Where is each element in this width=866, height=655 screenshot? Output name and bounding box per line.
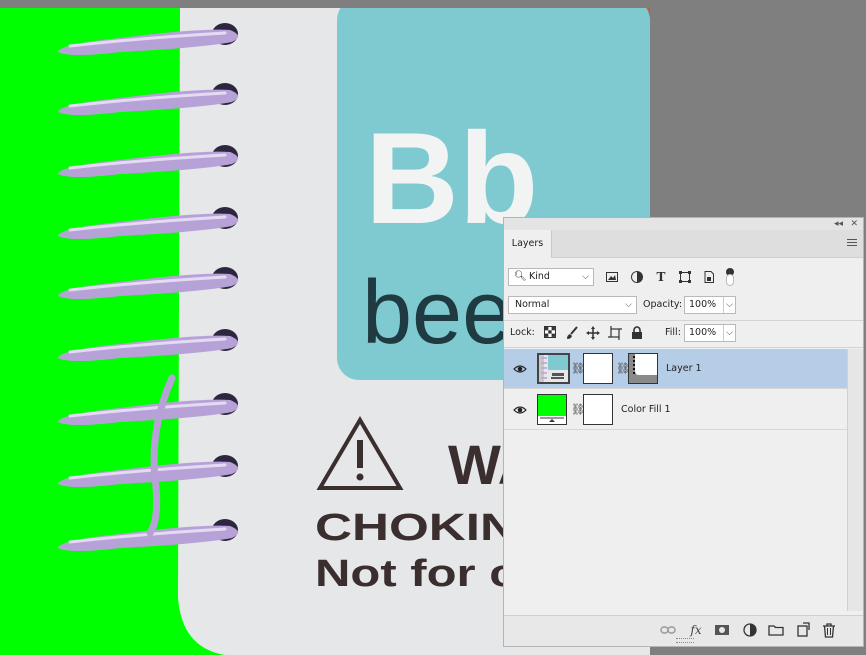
lock-all-icon[interactable] xyxy=(630,326,644,340)
trash-icon[interactable] xyxy=(821,622,837,638)
pixel-layer-filter-icon[interactable] xyxy=(605,270,619,284)
opacity-field[interactable]: 100% ⌵ xyxy=(684,296,736,314)
folder-icon[interactable] xyxy=(768,622,784,638)
layers-panel: ◂◂ ✕ Layers 🔍︎ Kind ⌵ T Normal ⌵ Opacity… xyxy=(503,217,864,647)
visibility-eye-icon[interactable] xyxy=(513,403,527,417)
vector-mask-thumbnail[interactable] xyxy=(628,353,658,384)
fx-icon[interactable]: fx xyxy=(688,622,704,638)
panel-menu-icon[interactable] xyxy=(847,239,857,248)
layer-mask-thumbnail[interactable] xyxy=(583,353,613,384)
lock-transparent-pixels-icon[interactable] xyxy=(543,326,557,340)
chevron-down-icon[interactable]: ⌵ xyxy=(723,325,733,341)
blend-mode-select[interactable]: Normal ⌵ xyxy=(508,296,637,314)
chain-link-icon[interactable]: ⛓︎ xyxy=(571,362,585,375)
lock-position-icon[interactable] xyxy=(586,326,600,340)
chain-link-icon[interactable]: ⛓︎ xyxy=(571,403,585,416)
layer-row-color-fill-1[interactable]: ⛓︎ Color Fill 1 xyxy=(504,390,847,430)
mask-icon[interactable] xyxy=(714,622,730,638)
layer-mask-thumbnail[interactable] xyxy=(583,394,613,425)
close-icon[interactable]: ✕ xyxy=(850,218,858,230)
link-icon[interactable] xyxy=(660,622,676,638)
new-layer-icon[interactable] xyxy=(795,622,811,638)
smart-object-filter-icon[interactable] xyxy=(702,270,716,284)
coil-tail xyxy=(146,374,176,537)
small-word: bee xyxy=(362,263,512,363)
tab-layers[interactable]: Layers xyxy=(504,230,552,258)
adjustment-layer-filter-icon[interactable] xyxy=(630,270,644,284)
layer-thumbnail[interactable] xyxy=(537,353,570,384)
search-icon: 🔍︎ xyxy=(514,271,527,282)
shape-layer-filter-icon[interactable] xyxy=(678,270,692,284)
fill-color-thumbnail[interactable] xyxy=(537,394,567,425)
lock-label: Lock: xyxy=(510,327,535,338)
chain-link-icon[interactable]: ⛓︎ xyxy=(616,362,630,375)
type-layer-filter-icon[interactable]: T xyxy=(654,270,668,284)
chevron-down-icon: ⌵ xyxy=(625,300,632,310)
filter-kind-select[interactable]: 🔍︎ Kind ⌵ xyxy=(508,268,594,286)
visibility-eye-icon[interactable] xyxy=(513,362,527,376)
layer-name[interactable]: Layer 1 xyxy=(666,349,702,389)
fill-label: Fill: xyxy=(665,327,681,338)
spiral-binding xyxy=(58,23,239,551)
opacity-label: Opacity: xyxy=(643,299,683,310)
layers-footer: fx xyxy=(504,615,863,646)
layer-row-layer-1[interactable]: ⛓︎ ⛓︎ Layer 1 xyxy=(504,349,847,389)
resize-grip[interactable] xyxy=(676,638,694,643)
chevron-down-icon[interactable]: ⌵ xyxy=(723,297,733,313)
chevron-down-icon: ⌵ xyxy=(582,272,589,282)
adjustment-icon[interactable] xyxy=(742,622,758,638)
layer-name[interactable]: Color Fill 1 xyxy=(621,390,671,430)
filter-toggle[interactable] xyxy=(725,268,735,286)
lock-image-pixels-icon[interactable] xyxy=(565,326,579,340)
lock-artboard-icon[interactable] xyxy=(608,326,622,340)
collapse-icon[interactable]: ◂◂ xyxy=(834,218,843,230)
fill-field[interactable]: 100% ⌵ xyxy=(684,324,736,342)
panel-title-bar[interactable]: ◂◂ ✕ xyxy=(504,218,863,230)
layers-scrollbar[interactable] xyxy=(847,349,863,611)
